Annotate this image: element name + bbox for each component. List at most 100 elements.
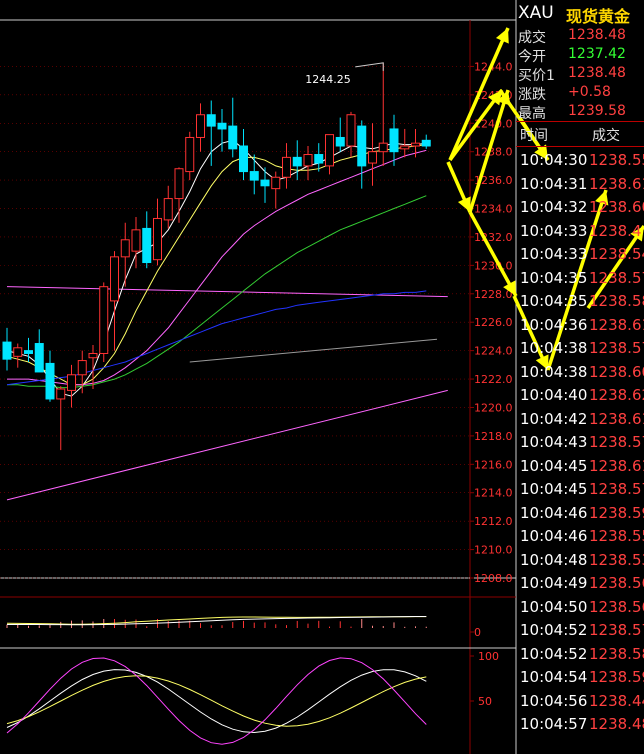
tick-time: 10:04:45	[520, 480, 588, 498]
tick-price: 1238.57	[589, 621, 644, 639]
quote-panel: XAU 现货黄金 成交 1238.48 今开 1237.42 买价1 1238.48 涨跌 +…	[516, 0, 644, 754]
candle-down	[217, 122, 227, 130]
candle-up	[196, 114, 205, 138]
tick-row[interactable]: 10:04:501238.56	[516, 596, 644, 619]
tick-row[interactable]: 10:04:301238.55	[516, 149, 644, 172]
tick-table-header: 时间 成交	[516, 121, 644, 147]
tick-price: 1238.55	[589, 151, 644, 169]
candle-up	[120, 239, 130, 258]
tick-row[interactable]: 10:04:361238.61	[516, 314, 644, 337]
quote-value: 1238.48	[568, 65, 626, 81]
candle-up	[99, 286, 109, 354]
tick-price: 1238.55	[589, 527, 644, 545]
candle-down	[206, 114, 216, 127]
tick-row[interactable]: 10:04:351238.57	[516, 267, 644, 290]
tick-row[interactable]: 10:04:521238.58	[516, 643, 644, 666]
tick-price: 1238.59	[589, 503, 644, 522]
tick-row[interactable]: 10:04:33 1238.4	[516, 220, 644, 243]
candle-down	[239, 145, 248, 173]
tick-row[interactable]: 10:04:521238.57	[516, 619, 644, 642]
tick-time: 10:04:49	[520, 574, 588, 592]
tick-time: 10:04:46	[520, 527, 588, 545]
quote-label: 最高	[518, 106, 546, 122]
tick-time: 10:04:52	[520, 621, 588, 639]
tick-price: 1238.54	[589, 245, 644, 263]
quote-header: XAU 现货黄金	[516, 0, 644, 26]
trend-line	[6, 286, 448, 298]
trend-line	[6, 389, 448, 501]
quote-value: +0.58	[568, 84, 611, 100]
candle-up	[56, 388, 66, 400]
tick-price: 1238.56	[589, 574, 644, 592]
symbol-name: 现货黄金	[566, 7, 631, 26]
tick-time: 10:04:48	[520, 550, 588, 569]
candle-up	[368, 151, 377, 164]
candle-up	[77, 360, 87, 376]
tick-time: 10:04:33	[520, 245, 588, 263]
kdj-line	[6, 675, 427, 727]
tick-row[interactable]: 10:04:541238.59	[516, 666, 644, 689]
tick-time: 10:04:35	[520, 268, 588, 287]
kdj-tick-label: 100	[478, 650, 499, 663]
tick-row[interactable]: 10:04:381238.57	[516, 337, 644, 360]
tick-price: 1238.62	[589, 386, 644, 404]
macd-zero-label: 0	[474, 626, 481, 639]
tick-price: 1238.61	[589, 456, 644, 475]
candle-down	[421, 139, 431, 147]
tick-time: 10:04:50	[520, 597, 588, 616]
price-tick-label: 1222.0	[474, 373, 513, 386]
tick-row[interactable]: 10:04:481238.53	[516, 549, 644, 572]
tick-row[interactable]: 10:04:401238.62	[516, 384, 644, 407]
annotation-arrow-shaft	[468, 211, 518, 297]
candle-up	[282, 156, 291, 178]
price-tick-label: 1234.0	[474, 203, 513, 216]
tick-row[interactable]: 10:04:451238.61	[516, 455, 644, 478]
quote-row: 成交 1238.48	[516, 26, 644, 46]
tick-time: 10:04:35	[520, 292, 588, 310]
tick-row[interactable]: 10:04:561238.44	[516, 690, 644, 713]
time-column-header: 时间	[520, 128, 548, 144]
tick-row[interactable]: 10:04:571238.48	[516, 713, 644, 736]
tick-time: 10:04:40	[520, 386, 588, 404]
price-tick-label: 1214.0	[474, 487, 513, 500]
price-tick-label: 1218.0	[474, 430, 513, 443]
tick-row[interactable]: 10:04:421238.61	[516, 408, 644, 431]
quote-label: 今开	[518, 49, 546, 65]
tick-price: 1238.60	[589, 362, 644, 381]
tick-row[interactable]: 10:04:381238.60	[516, 361, 644, 384]
candle-down	[249, 171, 259, 181]
tick-row[interactable]: 10:04:461238.59	[516, 502, 644, 525]
tick-row[interactable]: 10:04:321238.60	[516, 196, 644, 219]
tick-row[interactable]: 10:04:351238.58	[516, 290, 644, 313]
tick-price: 1238.48	[589, 715, 644, 733]
candle-up	[325, 134, 334, 167]
peak-annotation: 1244.25	[305, 73, 351, 86]
tick-row[interactable]: 10:04:451238.57	[516, 478, 644, 501]
tick-time: 10:04:52	[520, 644, 588, 663]
kdj-tick-label: 50	[478, 695, 492, 708]
candle-down	[314, 154, 324, 164]
candle-down	[45, 362, 55, 400]
tick-row[interactable]: 10:04:461238.55	[516, 525, 644, 548]
candle-up	[346, 114, 356, 147]
tick-row[interactable]: 10:04:331238.54	[516, 243, 644, 266]
quote-row: 今开 1237.42	[516, 45, 644, 65]
tick-time: 10:04:33	[520, 221, 588, 240]
tick-price: 1238.61	[589, 409, 644, 428]
candle-up	[67, 374, 76, 391]
candle-up	[13, 347, 23, 357]
quote-value: 1238.48	[568, 27, 626, 43]
tick-price: 1238.60	[589, 198, 644, 216]
peak-leader-line	[355, 62, 384, 71]
tick-row[interactable]: 10:04:311238.61	[516, 173, 644, 196]
tick-price: 1238.58	[589, 644, 644, 663]
tick-time: 10:04:54	[520, 668, 588, 686]
candle-down	[2, 341, 12, 360]
tick-price: 1238.4	[589, 221, 642, 240]
tick-price: 1238.44	[589, 691, 644, 710]
candle-up	[185, 136, 195, 173]
candle-up	[110, 256, 119, 302]
tick-row[interactable]: 10:04:431238.57	[516, 431, 644, 454]
price-tick-label: 1220.0	[474, 401, 513, 414]
tick-row[interactable]: 10:04:491238.56	[516, 572, 644, 595]
